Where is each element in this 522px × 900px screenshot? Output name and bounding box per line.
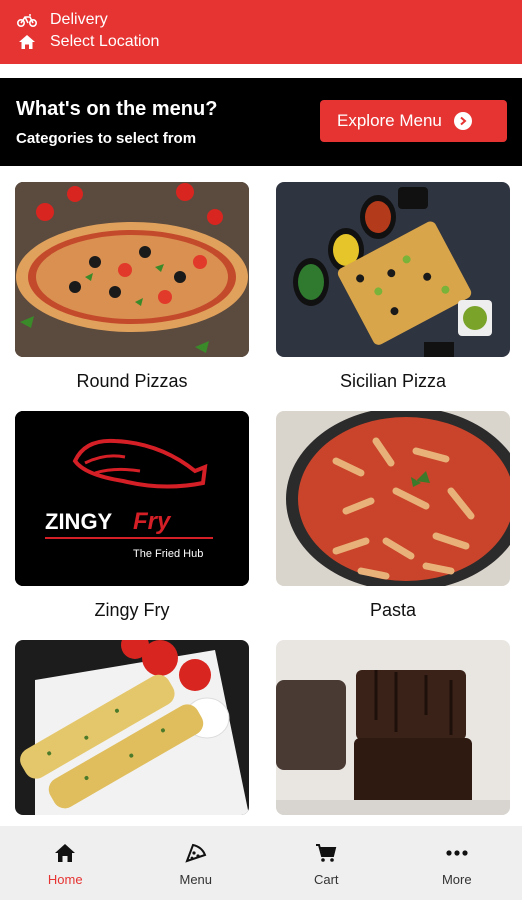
nav-menu[interactable]: Menu <box>131 826 262 900</box>
delivery-label: Delivery <box>50 11 108 28</box>
category-card-round-pizzas[interactable]: Round Pizzas <box>15 182 249 392</box>
brownie-image <box>276 640 510 815</box>
home-icon <box>54 842 76 864</box>
category-card-sicilian-pizza[interactable]: Sicilian Pizza <box>276 182 510 392</box>
explore-menu-button[interactable]: Explore Menu <box>320 100 507 142</box>
explore-menu-label: Explore Menu <box>337 111 442 130</box>
nav-cart[interactable]: Cart <box>261 826 392 900</box>
cart-icon <box>315 842 337 864</box>
delivery-mode[interactable]: Delivery <box>16 11 108 29</box>
sicilian-pizza-image <box>276 182 510 357</box>
svg-text:Fry: Fry <box>133 508 172 535</box>
top-bar: Delivery Select Location <box>0 0 522 64</box>
nav-cart-label: Cart <box>313 872 339 887</box>
nav-home-label: Home <box>47 872 83 887</box>
category-label: Round Pizzas <box>76 371 188 391</box>
banner-subtitle: Categories to select from <box>16 130 197 147</box>
category-card-zingy-fry[interactable]: ZINGY Fry The Fried Hub Zingy Fry <box>15 411 249 621</box>
menu-banner: What's on the menu? Categories to select… <box>0 78 522 166</box>
home-icon <box>16 33 38 51</box>
garlic-bread-image <box>15 640 249 815</box>
pasta-image <box>276 411 510 586</box>
category-card-brownie[interactable] <box>276 640 510 815</box>
bicycle-icon <box>16 11 38 29</box>
svg-text:ZINGY: ZINGY <box>45 509 113 534</box>
svg-text:The Fried Hub: The Fried Hub <box>133 548 203 560</box>
category-card-pasta[interactable]: Pasta <box>276 411 510 621</box>
nav-more-label: More <box>441 872 472 887</box>
round-pizza-image <box>15 182 249 357</box>
pizza-slice-icon <box>185 842 207 864</box>
category-label: Pasta <box>369 600 417 620</box>
bottom-nav: Home Menu Cart More <box>0 826 522 900</box>
nav-menu-label: Menu <box>179 872 213 887</box>
banner-title: What's on the menu? <box>16 98 218 120</box>
chevron-right-icon <box>453 112 472 130</box>
category-card-garlic-bread[interactable] <box>15 640 249 815</box>
location-label: Select Location <box>50 33 160 50</box>
more-icon <box>446 842 468 864</box>
nav-home[interactable]: Home <box>0 826 131 900</box>
location-selector[interactable]: Select Location <box>16 33 159 51</box>
nav-more[interactable]: More <box>392 826 522 900</box>
category-label: Zingy Fry <box>94 600 170 620</box>
category-label: Sicilian Pizza <box>339 371 447 391</box>
zingy-fry-logo-image: ZINGY Fry The Fried Hub <box>15 411 249 586</box>
